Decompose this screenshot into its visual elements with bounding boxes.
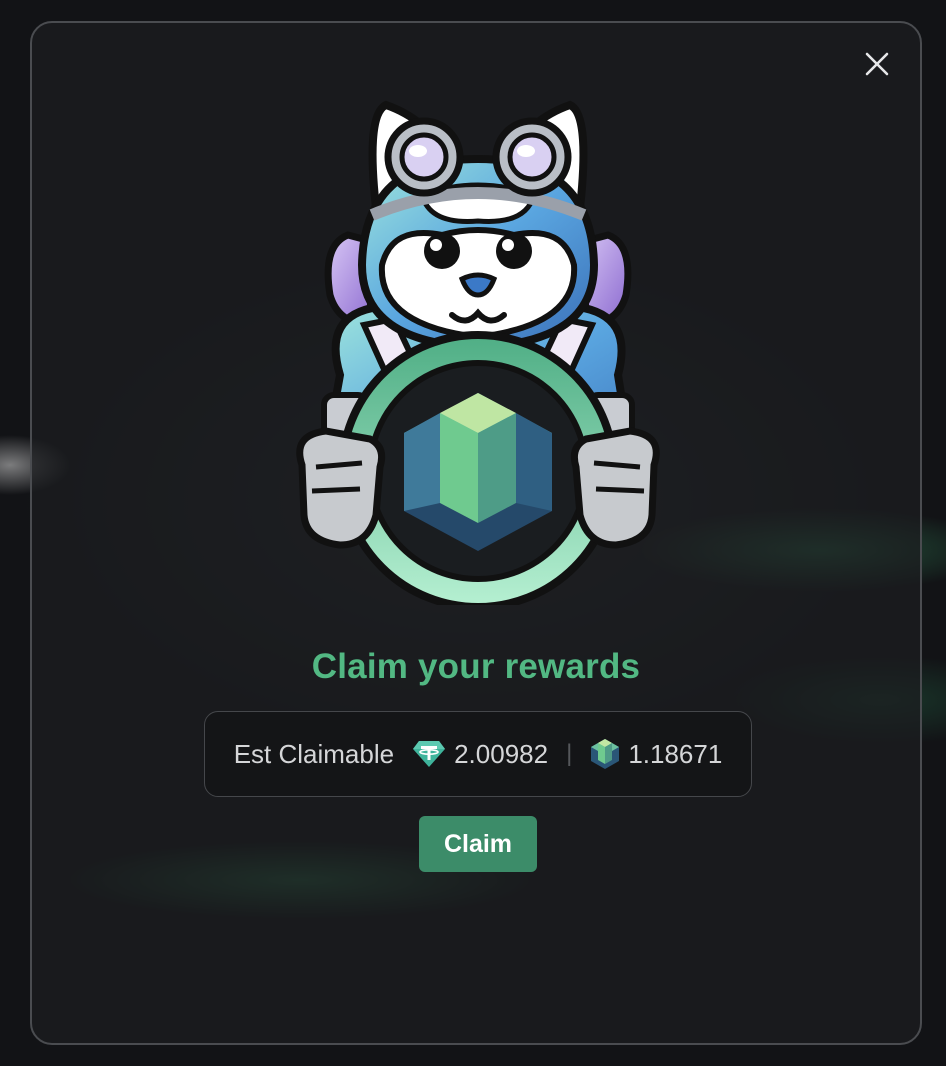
- tether-usdt-icon: [412, 739, 446, 769]
- est-claimable-label: Est Claimable: [233, 738, 395, 769]
- modal-title: Claim your rewards: [311, 647, 641, 686]
- close-button[interactable]: [862, 49, 892, 79]
- cube-token-amount: 1.18671: [628, 738, 723, 769]
- claim-rewards-modal: Claim your rewards Est Claimable 2.00982…: [30, 21, 922, 1045]
- cube-token-icon: [590, 738, 620, 770]
- est-claimable-panel: Est Claimable 2.00982 | 1.18671: [204, 711, 752, 797]
- usdt-amount: 2.00982: [454, 738, 549, 769]
- token-separator: |: [566, 740, 573, 767]
- red-panda-mascot-icon: [296, 100, 660, 605]
- close-icon: [865, 52, 889, 76]
- claim-button[interactable]: Claim: [419, 816, 537, 872]
